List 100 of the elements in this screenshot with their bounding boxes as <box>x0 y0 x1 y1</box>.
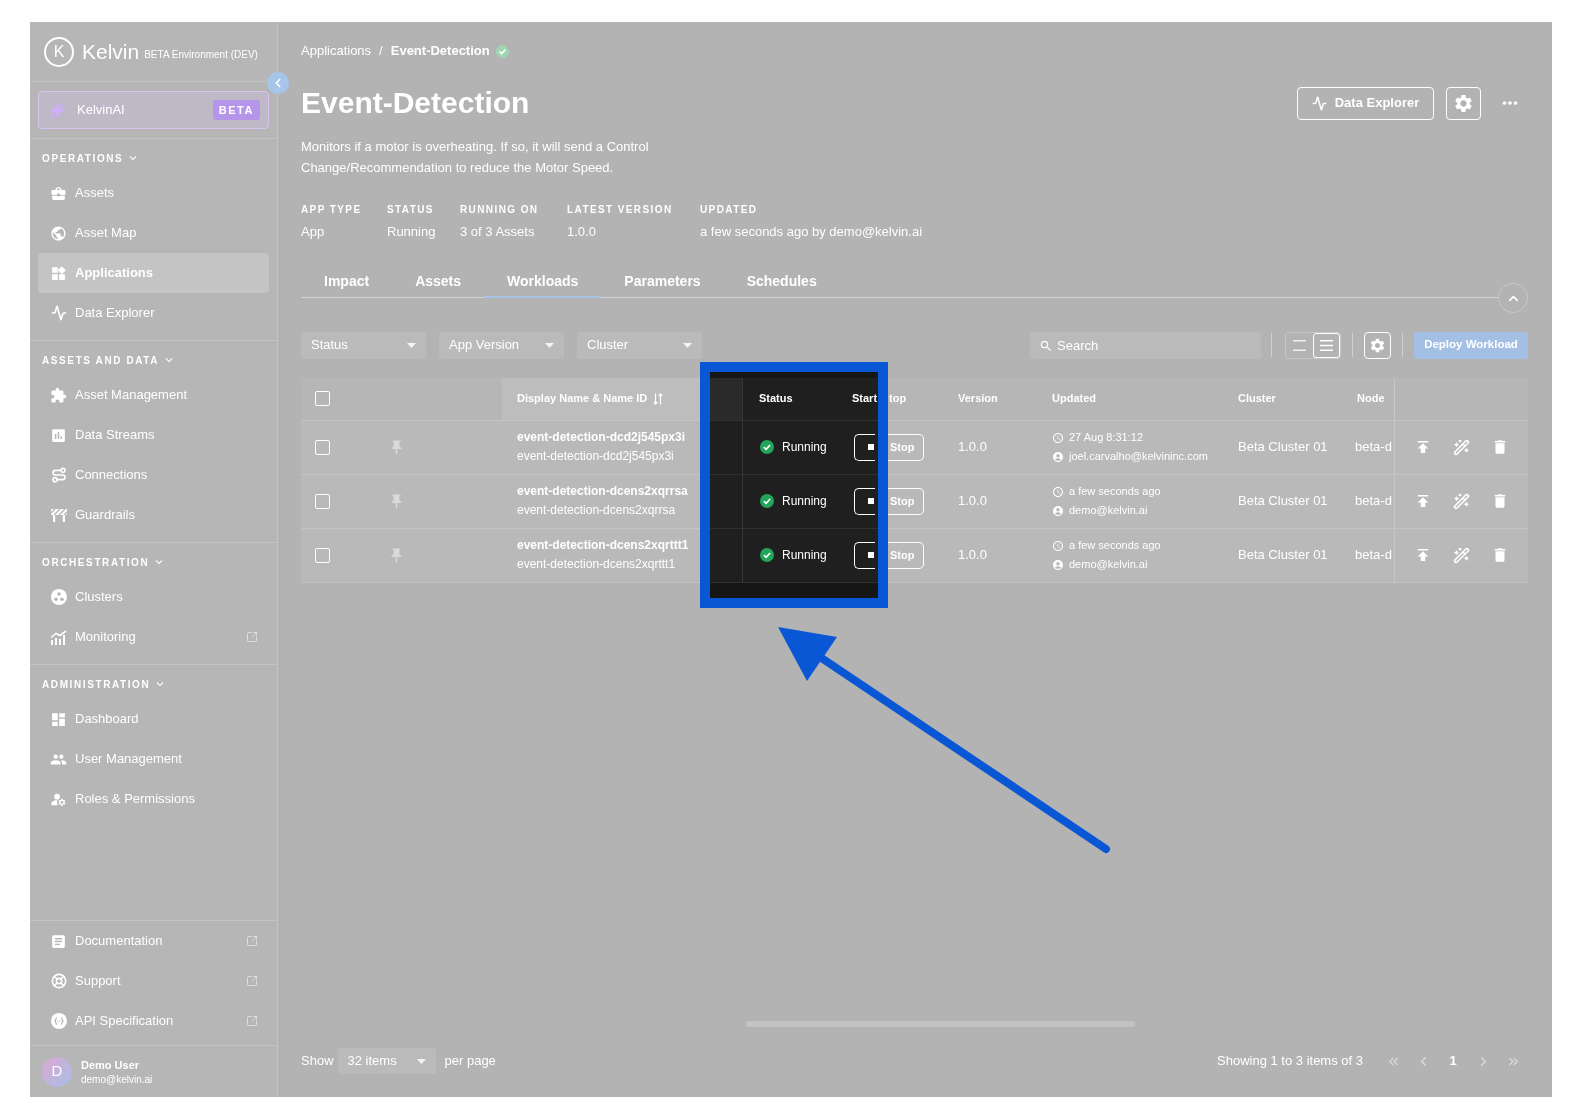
filter-dropdown[interactable]: App Version <box>439 331 564 359</box>
column-header[interactable]: Display Name & Name ID <box>502 377 700 421</box>
checkbox[interactable] <box>315 439 330 455</box>
display-name: event-detection-dcens2xqrrsa <box>517 483 688 500</box>
display-name: event-detection-dcens2xqrttt1 <box>517 537 689 554</box>
caret-icon <box>545 342 554 348</box>
summary-label: UPDATED <box>700 203 759 217</box>
list-icon <box>1320 339 1333 351</box>
breadcrumb-link[interactable]: Event-Detection <box>390 41 490 61</box>
globe-icon <box>50 224 67 242</box>
updated-time: a few seconds ago <box>1069 538 1161 554</box>
breadcrumb-link[interactable]: Applications <box>301 41 372 61</box>
sidebar-item[interactable]: Asset Management <box>38 375 269 415</box>
page-number[interactable]: 1 <box>1438 1051 1468 1071</box>
search-field[interactable]: Search <box>1030 331 1261 359</box>
cluster-icon <box>50 589 67 605</box>
updated-by: demo@kelvin.ai <box>1069 503 1148 519</box>
cluster-cell: Beta Cluster 01 <box>1223 420 1343 475</box>
per-page-label: per page <box>444 1052 496 1071</box>
section-heading[interactable]: ORCHESTRATION <box>30 552 179 572</box>
lifebuoy-icon <box>50 973 67 989</box>
updated-time: 27 Aug 8:31:12 <box>1069 430 1143 446</box>
name-id: event-detection-dcens2xqrttt1 <box>517 556 676 573</box>
sidebar-item[interactable]: Documentation <box>38 921 269 961</box>
clock-icon <box>1052 485 1064 498</box>
section-heading[interactable]: ADMINISTRATION <box>30 674 180 694</box>
sidebar-item[interactable]: Clusters <box>38 577 269 617</box>
stop-button[interactable]: Stop <box>888 541 924 569</box>
display-name: event-detection-dcd2j545px3i <box>517 429 686 446</box>
section-heading[interactable]: ASSETS AND DATA <box>30 350 189 370</box>
environment-label: BETA Environment (DEV) <box>144 48 258 62</box>
tab[interactable]: Workloads <box>484 266 602 298</box>
summary-value: App <box>301 224 326 240</box>
dashboard-icon <box>50 710 67 728</box>
ai-assistant-button[interactable]: KelvinAI BETA <box>38 91 269 129</box>
name-id: event-detection-dcens2xqrrsa <box>517 502 676 519</box>
sidebar-item[interactable]: Data Streams <box>38 415 269 455</box>
sidebar-item[interactable]: Data Explorer <box>38 293 269 333</box>
node-cell: beta-d <box>1343 420 1394 475</box>
summary-value: 3 of 3 Assets <box>460 224 536 240</box>
route-icon <box>50 467 67 483</box>
logo-mark: K <box>44 36 74 67</box>
app-description: Monitors if a motor is overheating. If so, it will send a Control Change/Recommendation to reduce the Motor Speed. <box>301 138 650 177</box>
filter-dropdown[interactable]: Cluster <box>577 331 702 359</box>
checkbox[interactable] <box>315 493 330 509</box>
rows-icon <box>1293 339 1306 351</box>
summary-label: LATEST VERSION <box>567 203 674 217</box>
briefcase-icon <box>50 184 67 202</box>
stop-button[interactable] <box>854 541 875 569</box>
tab[interactable]: Assets <box>392 266 485 298</box>
data-explorer-button[interactable]: Data Explorer <box>1297 86 1434 120</box>
tab[interactable]: Impact <box>301 266 393 298</box>
filter-dropdown[interactable]: Status <box>301 331 426 359</box>
column-header: Start <box>844 377 878 421</box>
section-heading[interactable]: OPERATIONS <box>30 148 153 168</box>
stop-button[interactable]: Stop <box>888 487 924 515</box>
collapse-header-button[interactable] <box>1498 283 1528 313</box>
stop-icon <box>868 444 874 450</box>
stop-icon <box>868 498 874 504</box>
stop-button[interactable] <box>854 487 875 515</box>
sidebar-item[interactable]: Applications <box>38 253 269 293</box>
sidebar-item[interactable]: Guardrails <box>38 495 269 535</box>
cluster-cell: Beta Cluster 01 <box>1223 474 1343 529</box>
page-size-select[interactable]: 32 items <box>337 1048 436 1074</box>
widgets-icon <box>50 264 67 282</box>
caret-icon <box>407 342 416 348</box>
sidebar-item[interactable]: Connections <box>38 455 269 495</box>
tab[interactable]: Schedules <box>723 266 840 298</box>
column-label: Display Name & Name ID <box>517 391 648 407</box>
updated-by: demo@kelvin.ai <box>1069 557 1148 573</box>
show-label: Show <box>301 1052 334 1071</box>
stop-button[interactable]: Stop <box>888 433 924 461</box>
sidebar-item[interactable]: Dashboard <box>38 699 269 739</box>
sidebar-item[interactable]: Asset Map <box>38 213 269 253</box>
deploy-workload-button[interactable]: Deploy Workload <box>1414 331 1528 359</box>
view-toggle-button[interactable] <box>1313 332 1340 358</box>
summary-value: a few seconds ago by demo@kelvin.ai <box>700 224 924 240</box>
version-cell: 1.0.0 <box>943 528 1037 583</box>
sidebar-item[interactable]: API Specification <box>38 1001 269 1041</box>
magic-wand-icon[interactable] <box>1453 438 1470 456</box>
pulse-icon <box>1311 95 1327 111</box>
version-cell: 1.0.0 <box>943 420 1037 475</box>
stop-button[interactable] <box>854 433 875 461</box>
settings-button[interactable] <box>1446 86 1481 120</box>
sidebar-item[interactable]: Assets <box>38 173 269 213</box>
checkbox[interactable] <box>315 547 330 563</box>
sidebar-item[interactable]: Roles & Permissions <box>38 779 269 819</box>
sidebar-item[interactable]: Support <box>38 961 269 1001</box>
sidebar-item[interactable]: Monitoring <box>38 617 269 657</box>
magic-wand-icon[interactable] <box>1453 546 1470 564</box>
checkbox[interactable] <box>315 391 330 406</box>
updated-by: joel.carvalho@kelvininc.com <box>1069 449 1208 465</box>
sidebar-item[interactable]: User Management <box>38 739 269 779</box>
tab[interactable]: Parameters <box>601 266 724 298</box>
clock-icon <box>1052 539 1064 552</box>
collapse-sidebar-button[interactable] <box>267 72 289 94</box>
magic-wand-icon[interactable] <box>1453 492 1470 510</box>
table-settings-button[interactable] <box>1364 331 1391 359</box>
name-id: event-detection-dcd2j545px3i <box>517 448 674 465</box>
summary-label: RUNNING ON <box>460 203 540 217</box>
